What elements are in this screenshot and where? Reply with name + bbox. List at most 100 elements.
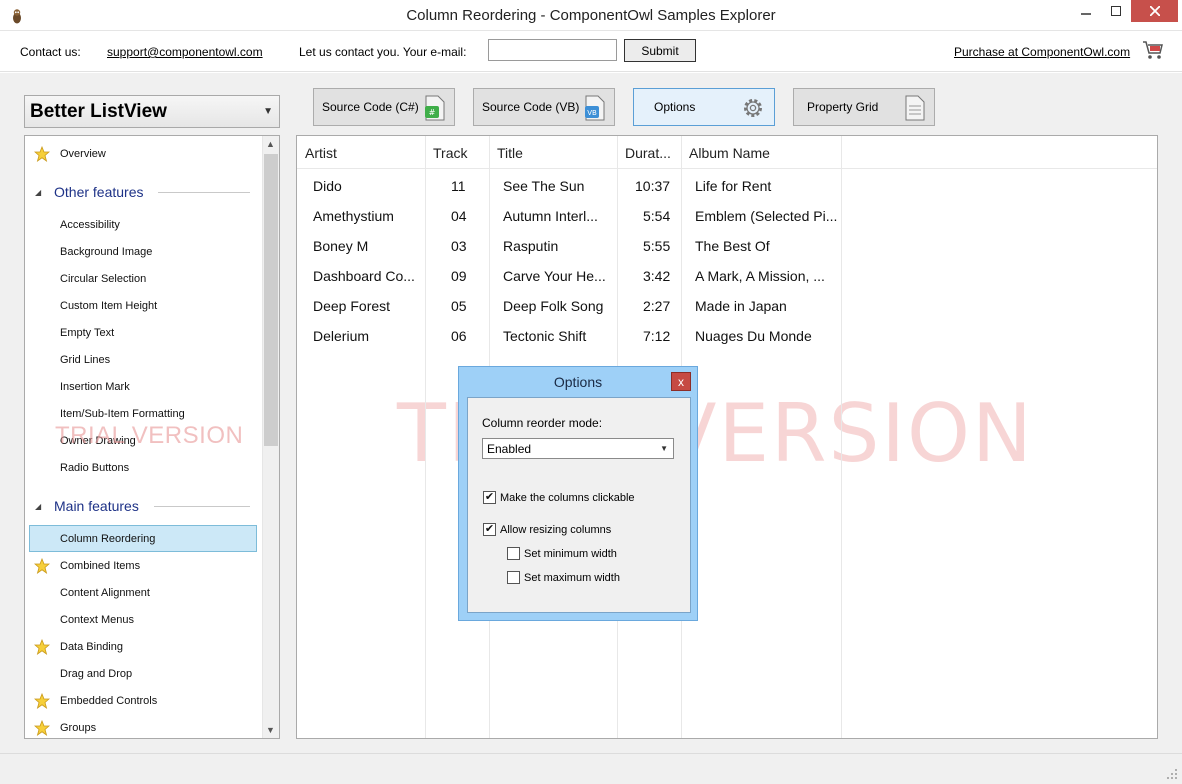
cell-track: 04 [451,208,467,224]
nav-item-circular-selection[interactable]: Circular Selection [60,273,146,285]
nav-item-insertion-mark[interactable]: Insertion Mark [60,381,130,393]
nav-item-custom-item-height[interactable]: Custom Item Height [60,300,157,312]
checkmark-icon: ✔ [483,523,496,536]
trial-watermark-small: TRIAL VERSION [55,422,244,449]
cell-album: A Mark, A Mission, ... [695,268,825,284]
cell-track: 09 [451,268,467,284]
column-header-title[interactable]: Title [489,136,617,168]
tool-label: Options [654,100,696,114]
gear-icon [744,99,762,117]
purchase-link[interactable]: Purchase at ComponentOwl.com [954,45,1130,59]
allow-resizing-checkbox[interactable]: ✔ Allow resizing columns [483,523,611,536]
feature-tree[interactable]: Overview ◢ Other features Accessibility … [24,135,280,739]
cell-duration: 2:27 [643,298,671,314]
close-button[interactable] [1131,0,1178,22]
nav-item-accessibility[interactable]: Accessibility [60,219,120,231]
close-icon [1149,6,1160,16]
nav-item-groups[interactable]: Groups [60,722,96,734]
checkbox-label: Set maximum width [524,571,620,584]
close-icon: x [678,374,684,389]
cell-duration: 10:37 [635,178,671,194]
make-clickable-checkbox[interactable]: ✔ Make the columns clickable [483,491,635,504]
cell-duration: 5:55 [643,238,671,254]
cell-title: Deep Folk Song [503,298,604,314]
column-header-artist[interactable]: Artist [297,136,425,168]
options-button[interactable]: Options [633,88,775,126]
cell-duration: 7:12 [643,328,671,344]
nav-group-other-features[interactable]: Other features [54,184,144,200]
collapse-triangle-icon[interactable]: ◢ [35,188,41,197]
cell-title: Autumn Interl... [503,208,598,224]
nav-item-embedded-controls[interactable]: Embedded Controls [60,695,157,707]
min-width-checkbox[interactable]: Set minimum width [507,547,617,560]
email-field[interactable] [488,39,617,61]
dialog-body: Column reorder mode: Enabled ▼ ✔ Make th… [467,397,691,613]
cell-track: 11 [451,178,466,194]
nav-item-overview[interactable]: Overview [60,148,106,160]
cell-title: Carve Your He... [503,268,606,284]
chevron-down-icon: ▼ [660,444,668,453]
checkbox-box [507,547,520,560]
maximize-button[interactable] [1100,0,1131,22]
product-select-value: Better ListView [30,100,167,122]
tree-scrollbar[interactable]: ▲ ▼ [262,136,279,738]
product-select[interactable]: Better ListView ▼ [24,95,280,128]
cell-title: Tectonic Shift [503,328,587,344]
scroll-down-icon[interactable]: ▼ [266,725,275,735]
nav-group-main-features[interactable]: Main features [54,498,139,514]
column-divider[interactable] [841,136,842,738]
column-header-duration[interactable]: Durat... [617,136,681,168]
star-icon [34,639,50,655]
cell-artist: Boney M [313,238,369,254]
checkbox-label: Make the columns clickable [500,491,635,504]
property-grid-button[interactable]: Property Grid [793,88,935,126]
shopping-cart-icon[interactable] [1141,38,1165,62]
column-divider[interactable] [425,136,426,738]
source-code-vb-button[interactable]: Source Code (VB) VB [473,88,615,126]
support-email-link[interactable]: support@componentowl.com [107,45,263,59]
reorder-mode-select[interactable]: Enabled ▼ [482,438,674,459]
nav-item-column-reordering[interactable]: Column Reordering [60,533,155,545]
submit-button[interactable]: Submit [624,39,696,62]
cell-duration: 5:54 [643,208,671,224]
list-view[interactable]: TRIAL VERSION Artist Track Title Durat..… [296,135,1158,739]
star-icon [34,146,50,162]
email-prompt: Let us contact you. Your e-mail: [299,45,467,59]
star-icon [34,558,50,574]
nav-item-empty-text[interactable]: Empty Text [60,327,114,339]
chevron-down-icon: ▼ [263,106,273,117]
nav-item-grid-lines[interactable]: Grid Lines [60,354,110,366]
tool-label: Property Grid [807,100,879,114]
star-icon [34,720,50,736]
nav-item-drag-and-drop[interactable]: Drag and Drop [60,668,132,680]
tool-label: Source Code (VB) [482,100,580,114]
scroll-up-icon[interactable]: ▲ [266,139,275,149]
nav-item-data-binding[interactable]: Data Binding [60,641,123,653]
nav-item-radio-buttons[interactable]: Radio Buttons [60,462,129,474]
contact-label: Contact us: [20,45,81,59]
cell-artist: Delerium [313,328,370,344]
group-divider [158,192,250,193]
vb-file-icon: VB [585,95,605,121]
collapse-triangle-icon[interactable]: ◢ [35,502,41,511]
header-divider [297,168,1157,169]
column-header-album[interactable]: Album Name [681,136,841,168]
title-bar: Column Reordering - ComponentOwl Samples… [0,0,1182,31]
source-code-csharp-button[interactable]: Source Code (C#) # [313,88,455,126]
nav-item-background-image[interactable]: Background Image [60,246,152,258]
cell-album: The Best Of [695,238,770,254]
nav-item-context-menus[interactable]: Context Menus [60,614,134,626]
status-bar [0,753,1182,784]
resize-grip-icon[interactable] [1166,768,1178,780]
scroll-thumb[interactable] [264,154,278,446]
nav-item-content-alignment[interactable]: Content Alignment [60,587,150,599]
tool-label: Source Code (C#) [322,100,419,114]
minimize-button[interactable] [1070,0,1101,22]
nav-item-combined-items[interactable]: Combined Items [60,560,140,572]
dialog-close-button[interactable]: x [671,372,691,391]
column-header-track[interactable]: Track [425,136,489,168]
nav-item-formatting[interactable]: Item/Sub-Item Formatting [60,408,185,420]
max-width-checkbox[interactable]: Set maximum width [507,571,620,584]
checkbox-box [507,571,520,584]
cell-album: Nuages Du Monde [695,328,812,344]
